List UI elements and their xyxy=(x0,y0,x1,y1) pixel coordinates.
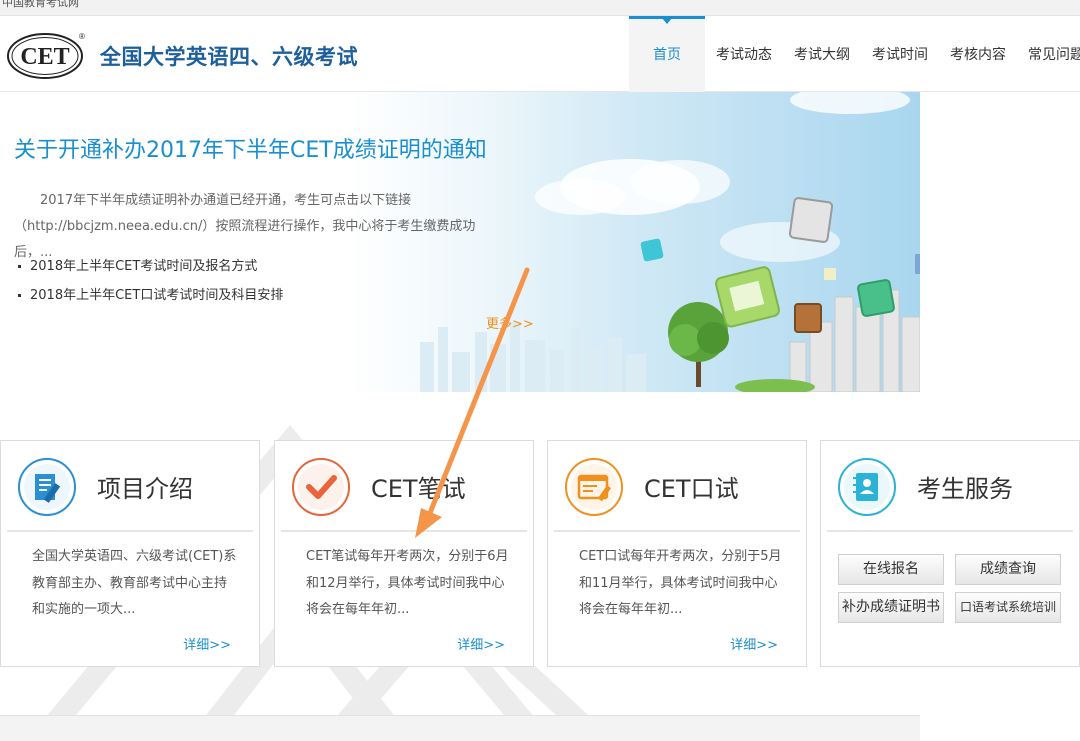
card-more-link[interactable]: 详细>> xyxy=(457,634,505,653)
nav-home[interactable]: 首页 xyxy=(629,16,705,92)
site-title[interactable]: 全国大学英语四、六级考试 xyxy=(100,41,358,71)
bottom-strip xyxy=(0,715,920,741)
hero-banner: 关于开通补办2017年下半年CET成绩证明的通知 2017年下半年成绩证明补办通… xyxy=(0,92,920,392)
nav-exam-content[interactable]: 考核内容 xyxy=(939,16,1017,92)
card-candidate-services: 考生服务 在线报名 成绩查询 补办成绩证明书 口语考试系统培训 xyxy=(820,440,1080,667)
card-more-link[interactable]: 详细>> xyxy=(183,634,231,653)
checkmark-icon xyxy=(292,458,350,516)
card-description: 全国大学英语四、六级考试(CET)系教育部主办、教育部考试中心主持和实施的一项大… xyxy=(32,549,237,617)
card-description: CET口试每年开考两次，分别于5月和11月举行，具体考试时间我中心将会在每年年初… xyxy=(579,549,782,617)
banner-link-list: 2018年上半年CET考试时间及报名方式 2018年上半年CET口试考试时间及科… xyxy=(16,252,283,310)
card-title[interactable]: CET笔试 xyxy=(371,469,466,504)
score-certificate-button[interactable]: 补办成绩证明书 xyxy=(838,592,944,623)
card-divider xyxy=(7,530,253,532)
card-more-link[interactable]: 详细>> xyxy=(730,634,778,653)
main-nav: 首页 考试动态 考试大纲 考试时间 考核内容 常见问题 xyxy=(629,16,1080,92)
banner-title[interactable]: 关于开通补办2017年下半年CET成绩证明的通知 xyxy=(14,132,487,164)
top-bar-text: 中国教育考试网 xyxy=(2,0,79,9)
document-edit-icon xyxy=(18,458,76,516)
card-project-intro: 项目介绍 全国大学英语四、六级考试(CET)系教育部主办、教育部考试中心主持和实… xyxy=(0,440,260,667)
score-query-button[interactable]: 成绩查询 xyxy=(955,554,1061,585)
banner-more-link[interactable]: 更多>> xyxy=(486,313,534,332)
cet-logo[interactable]: CET ® xyxy=(6,31,86,81)
card-divider xyxy=(827,530,1073,532)
contact-book-icon xyxy=(838,458,896,516)
nav-exam-time[interactable]: 考试时间 xyxy=(861,16,939,92)
nav-syllabus[interactable]: 考试大纲 xyxy=(783,16,861,92)
nav-faq[interactable]: 常见问题 xyxy=(1017,16,1080,92)
site-header: CET ® 全国大学英语四、六级考试 首页 考试动态 考试大纲 考试时间 考核内… xyxy=(0,16,1080,92)
registered-mark: ® xyxy=(79,32,85,41)
card-title[interactable]: CET口试 xyxy=(644,469,739,504)
feature-section: 项目介绍 全国大学英语四、六级考试(CET)系教育部主办、教育部考试中心主持和实… xyxy=(0,392,1080,741)
nav-exam-news[interactable]: 考试动态 xyxy=(705,16,783,92)
screen-pen-icon xyxy=(565,458,623,516)
banner-link[interactable]: 2018年上半年CET考试时间及报名方式 xyxy=(16,252,283,281)
card-description: CET笔试每年开考两次，分别于6月和12月举行，具体考试时间我中心将会在每年年初… xyxy=(306,549,509,617)
logo-text: CET xyxy=(20,44,69,70)
oral-exam-training-button[interactable]: 口语考试系统培训 xyxy=(955,592,1061,623)
banner-link[interactable]: 2018年上半年CET口试考试时间及科目安排 xyxy=(16,281,283,310)
card-cet-written: CET笔试 CET笔试每年开考两次，分别于6月和12月举行，具体考试时间我中心将… xyxy=(274,440,534,667)
online-registration-button[interactable]: 在线报名 xyxy=(838,554,944,585)
card-divider xyxy=(554,530,800,532)
card-title[interactable]: 项目介绍 xyxy=(97,469,193,504)
card-title[interactable]: 考生服务 xyxy=(917,469,1013,504)
card-cet-oral: CET口试 CET口试每年开考两次，分别于5月和11月举行，具体考试时间我中心将… xyxy=(547,440,807,667)
top-bar: 中国教育考试网 xyxy=(0,0,1080,16)
card-divider xyxy=(281,530,527,532)
